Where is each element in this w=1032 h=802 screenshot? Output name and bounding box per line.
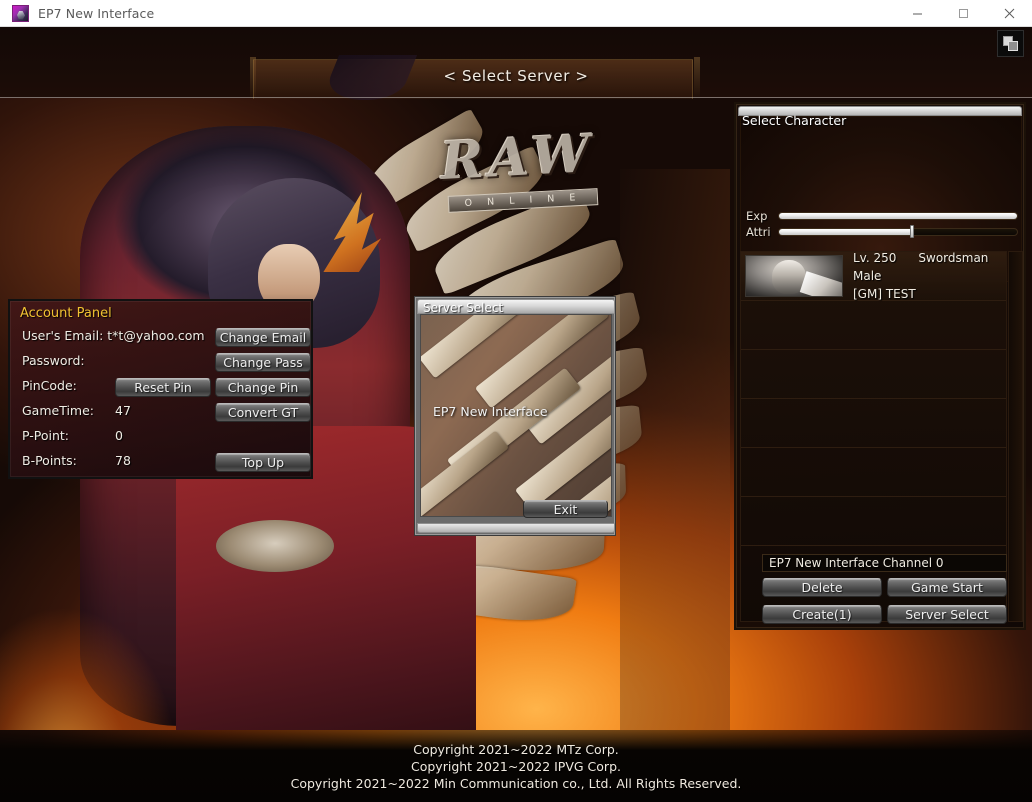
close-icon[interactable] [986, 0, 1032, 27]
character-level: Lv. 250 [853, 251, 897, 265]
window-tile-icon[interactable] [997, 30, 1024, 57]
change-pin-button[interactable]: Change Pin [215, 378, 311, 397]
game-start-button[interactable]: Game Start [887, 578, 1007, 597]
page-title: < Select Server > [443, 67, 589, 85]
account-row-gametime: GameTime: [22, 403, 95, 418]
character-list-scrollbar[interactable] [1008, 251, 1023, 622]
attri-slider-handle[interactable] [910, 225, 914, 238]
server-dialog-footer [417, 523, 615, 533]
header-band [0, 27, 1032, 100]
account-row-password: Password: [22, 353, 85, 368]
minimize-icon[interactable] [894, 0, 940, 27]
exp-bar-label: Exp [746, 209, 768, 223]
exit-button[interactable]: Exit [523, 500, 608, 518]
maximize-icon[interactable] [940, 0, 986, 27]
account-row-bpoints: B-Points: [22, 453, 77, 468]
exp-bar-fill [779, 213, 1017, 219]
character-slot-empty[interactable] [741, 497, 1006, 546]
app-root: EP7 New Interface RAW O N L I N E < Sele… [0, 0, 1032, 802]
window-controls [894, 0, 1032, 27]
character-stat-bars: Exp Attri [740, 209, 1022, 241]
delete-button[interactable]: Delete [762, 578, 882, 597]
character-slot[interactable]: Lv. 250 Swordsman Male [GM] TEST [741, 249, 1006, 303]
header-divider [0, 97, 1032, 98]
account-panel: Account Panel User's Email: t*t@yahoo.co… [8, 299, 313, 479]
top-up-button[interactable]: Top Up [215, 453, 311, 472]
attri-bar-row: Attri [740, 225, 1022, 240]
copyright-line-2: Copyright 2021~2022 IPVG Corp. [411, 758, 621, 774]
exp-bar-track [778, 212, 1018, 220]
copyright-footer: Copyright 2021~2022 MTz Corp. Copyright … [0, 730, 1032, 802]
change-pass-button[interactable]: Change Pass [215, 353, 311, 372]
server-list-item[interactable]: EP7 New Interface [433, 404, 548, 419]
character-slot-empty[interactable] [741, 448, 1006, 497]
window-title: EP7 New Interface [38, 5, 155, 21]
channel-field[interactable]: EP7 New Interface Channel 0 [762, 554, 1007, 572]
create-button[interactable]: Create(1) [762, 605, 882, 624]
character-info: Lv. 250 Swordsman Male [GM] TEST [853, 249, 1006, 303]
account-row-ppoint: P-Point: [22, 428, 70, 443]
change-email-button[interactable]: Change Email [215, 328, 311, 347]
account-row-email: User's Email: t*t@yahoo.com [22, 328, 205, 343]
window-title-bar: EP7 New Interface [0, 0, 1032, 27]
server-dialog-title: Server Select [423, 301, 504, 315]
exp-bar-row: Exp [740, 209, 1022, 224]
character-slot-empty[interactable] [741, 301, 1006, 350]
account-value-ppoint: 0 [115, 428, 123, 443]
copyright-line-3: Copyright 2021~2022 Min Communication co… [290, 775, 742, 791]
server-select-dialog: Server Select EP7 New Interface Exit [414, 296, 616, 536]
character-panel-title: Select Character [742, 113, 847, 128]
account-panel-title: Account Panel [20, 306, 112, 321]
character-slot-empty[interactable] [741, 399, 1006, 448]
convert-gt-button[interactable]: Convert GT [215, 403, 311, 422]
attri-bar-label: Attri [746, 225, 771, 239]
app-icon [12, 4, 29, 22]
character-actions: EP7 New Interface Channel 0 Delete Game … [740, 554, 1007, 628]
account-row-pincode: PinCode: [22, 378, 77, 393]
account-value-bpoints: 78 [115, 453, 131, 468]
attri-bar-fill [779, 229, 910, 235]
character-portrait [745, 255, 843, 297]
character-slot-empty[interactable] [741, 350, 1006, 399]
server-select-button[interactable]: Server Select [887, 605, 1007, 624]
reset-pin-button[interactable]: Reset Pin [115, 378, 211, 397]
copyright-line-1: Copyright 2021~2022 MTz Corp. [413, 741, 619, 757]
attri-bar-track[interactable] [778, 228, 1018, 236]
game-viewport: RAW O N L I N E < Select Server > Accoun… [0, 27, 1032, 802]
account-value-gametime: 47 [115, 403, 131, 418]
character-panel: Select Character Exp Attri Lv. 250 Sword… [734, 102, 1026, 630]
